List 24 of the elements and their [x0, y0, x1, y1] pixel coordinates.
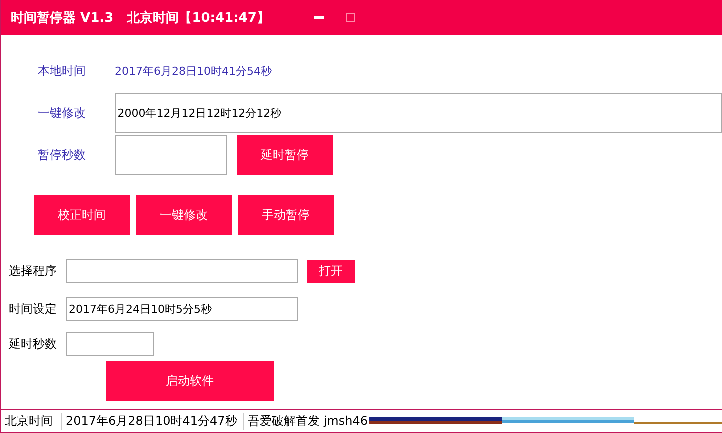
time-setting-label: 时间设定 [9, 300, 58, 318]
time-setting-field[interactable]: 2017年6月24日10时5分5秒 [66, 297, 298, 321]
program-label: 选择程序 [9, 262, 58, 280]
date-input-field[interactable]: 2000年12月12日12时12分12秒 [114, 93, 722, 133]
seconds-input-field[interactable] [115, 135, 227, 175]
one-click-label: 一键修改 [38, 104, 87, 122]
delay-seconds-field[interactable] [66, 332, 154, 356]
program-path-field[interactable] [66, 259, 298, 283]
status-credit: 吾爱破解首发 jmsh46 [247, 412, 369, 430]
delay-seconds-label: 延时秒数 [9, 336, 58, 352]
status-time: 2017年6月28日10时41分47秒 [62, 412, 244, 430]
delay-pause-button[interactable]: 延时暂停 [237, 135, 333, 175]
action-button[interactable]: 手动暂停 [238, 195, 334, 235]
status-label: 北京时间 [1, 412, 62, 430]
window-title: 时间暂停器 V1.3 北京时间【10:41:47】 [11, 10, 270, 26]
local-time-label: 本地时间 [38, 63, 87, 80]
maximize-icon[interactable] [346, 13, 355, 22]
action-button[interactable]: 一键修改 [136, 195, 232, 235]
minimize-icon[interactable] [314, 16, 324, 19]
launch-button[interactable]: 启动软件 [106, 361, 274, 401]
open-button[interactable]: 打开 [307, 260, 355, 282]
action-button[interactable]: 校正时间 [34, 195, 130, 235]
pause-seconds-label: 暂停秒数 [38, 146, 87, 164]
local-time-value: 2017年6月28日10时41分54秒 [115, 64, 272, 79]
